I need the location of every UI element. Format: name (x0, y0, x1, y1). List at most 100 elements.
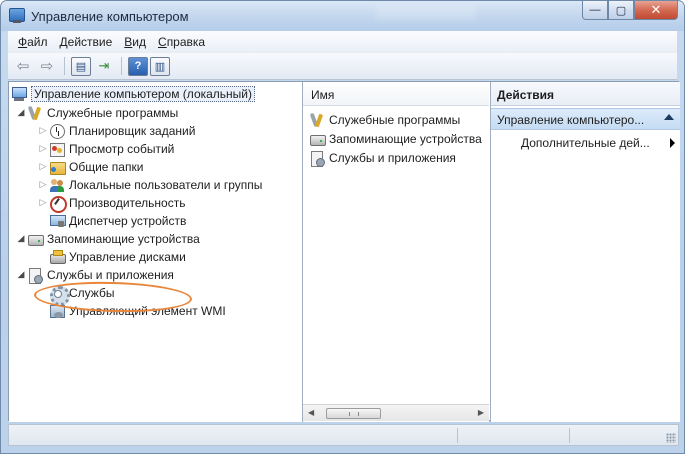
storage-icon (309, 131, 326, 147)
tree-label: Производительность (69, 195, 186, 210)
shared-folder-icon (49, 159, 66, 175)
tree-label: Локальные пользователи и группы (69, 177, 263, 192)
toolbar-separator (64, 57, 65, 75)
menu-bar: Файл Действие Вид Справка (8, 31, 677, 53)
list-item[interactable]: Службы и приложения (309, 149, 456, 167)
expand-arrow-icon[interactable]: ▷ (37, 179, 49, 190)
tree-item-services-apps[interactable]: ◢ Службы и приложения (15, 266, 174, 284)
console-tree: Управление компьютером (локальный) ◢ Слу… (9, 82, 303, 422)
back-arrow-icon[interactable]: ⇦ (12, 55, 34, 77)
list-item-label: Служебные программы (329, 112, 461, 127)
show-hide-console-tree-icon[interactable]: ▤ (71, 56, 91, 76)
resize-grip-icon[interactable] (666, 433, 676, 443)
menu-file-label: айл (27, 35, 48, 49)
show-hide-action-pane-icon[interactable]: ▥ (150, 56, 170, 76)
actions-pane: Действия Управление компьютеро... Дополн… (490, 82, 680, 422)
tree-label: Запоминающие устройства (47, 231, 200, 246)
status-divider (569, 428, 570, 443)
window-title: Управление компьютером (31, 9, 189, 24)
title-bar-blur (376, 6, 476, 20)
tree-item-system-tools[interactable]: ◢ Служебные программы (15, 104, 179, 121)
list-item[interactable]: Запоминающие устройства (309, 130, 482, 147)
storage-icon (27, 231, 44, 247)
toolbar: ⇦ ⇨ ▤ ⇥ ? ▥ (8, 53, 677, 80)
menu-action[interactable]: Действие (54, 33, 119, 51)
list-item-label: Службы и приложения (329, 150, 456, 165)
users-icon (49, 177, 65, 193)
tree-item-performance[interactable]: ▷ Производительность (37, 194, 186, 213)
tree-label: Управление компьютером (локальный) (31, 85, 256, 102)
tree-label: Просмотр событий (69, 141, 175, 156)
app-window: Управление компьютером — ▢ ✕ Файл Действ… (0, 0, 685, 454)
maximize-button[interactable]: ▢ (608, 1, 634, 20)
expand-arrow-icon[interactable]: ▷ (37, 143, 49, 154)
actions-section-computer-management[interactable]: Управление компьютеро... (491, 108, 680, 130)
menu-action-accel: Д (59, 35, 68, 49)
tree-item-disk-management[interactable]: Управление дисками (49, 248, 186, 265)
main-content: Управление компьютером (локальный) ◢ Слу… (8, 81, 680, 422)
services-applications-icon (309, 150, 325, 167)
title-bar[interactable]: Управление компьютером — ▢ ✕ (1, 1, 684, 31)
computer-icon (11, 86, 27, 102)
tools-icon (27, 105, 43, 121)
actions-title: Действия (491, 82, 680, 106)
tree-label: Общие папки (69, 159, 144, 174)
tree-label: Службы и приложения (47, 267, 174, 282)
clock-icon (49, 123, 65, 139)
expand-arrow-icon[interactable]: ▷ (37, 125, 49, 136)
tree-item-event-viewer[interactable]: ▷ Просмотр событий (37, 140, 174, 157)
forward-arrow-icon[interactable]: ⇨ (36, 55, 58, 77)
tree-item-storage[interactable]: ◢ Запоминающие устройства (15, 230, 200, 247)
menu-view[interactable]: Вид (118, 33, 152, 51)
tree-item-root[interactable]: Управление компьютером (локальный) (11, 85, 256, 102)
menu-file[interactable]: Файл (12, 33, 54, 51)
tree-item-device-manager[interactable]: Диспетчер устройств (49, 212, 186, 229)
menu-view-label: ид (132, 35, 147, 49)
menu-help-label: правка (166, 35, 206, 49)
status-divider (457, 428, 458, 443)
minimize-button[interactable]: — (582, 1, 608, 20)
tree-item-task-scheduler[interactable]: ▷ Планировщик заданий (37, 122, 195, 139)
toolbar-separator (121, 57, 122, 75)
expand-arrow-icon[interactable]: ▷ (37, 197, 49, 208)
more-actions-label: Дополнительные дей... (521, 136, 650, 150)
results-list: Имя Служебные программы Запоминающие уст… (303, 82, 489, 422)
menu-file-accel: Ф (18, 35, 28, 49)
submenu-arrow-icon (670, 138, 675, 148)
scroll-right-icon[interactable]: ▶ (478, 408, 484, 417)
menu-help[interactable]: Справка (152, 33, 211, 51)
tree-label: Диспетчер устройств (69, 213, 187, 228)
window-controls: — ▢ ✕ (582, 1, 678, 21)
horizontal-scrollbar[interactable]: ◀ ▶ (303, 404, 489, 421)
collapse-caret-icon[interactable] (664, 114, 674, 120)
services-applications-icon (27, 267, 43, 284)
column-header-name[interactable]: Имя (303, 82, 489, 106)
collapse-arrow-icon[interactable]: ◢ (15, 107, 27, 118)
list-item-label: Запоминающие устройства (329, 131, 482, 146)
scrollbar-thumb[interactable] (326, 408, 381, 419)
disk-management-icon (49, 249, 66, 265)
performance-icon (49, 195, 67, 213)
scroll-left-icon[interactable]: ◀ (308, 408, 314, 417)
list-item[interactable]: Служебные программы (309, 111, 460, 128)
collapse-arrow-icon[interactable]: ◢ (15, 269, 27, 280)
tree-label: Управление дисками (69, 249, 186, 264)
status-bar (8, 424, 679, 446)
tree-item-local-users[interactable]: ▷ Локальные пользователи и группы (37, 176, 262, 193)
computer-management-icon (9, 8, 25, 23)
export-list-icon[interactable]: ⇥ (93, 55, 115, 77)
tools-icon (309, 112, 325, 128)
device-manager-icon (49, 213, 66, 229)
collapse-arrow-icon[interactable]: ◢ (15, 233, 27, 244)
help-icon[interactable]: ? (128, 56, 148, 76)
menu-help-accel: С (158, 35, 167, 49)
tree-label: Планировщик заданий (69, 123, 196, 138)
actions-section-label: Управление компьютеро... (497, 113, 645, 127)
event-viewer-icon (49, 141, 65, 157)
more-actions-item[interactable]: Дополнительные дей... (521, 136, 675, 150)
menu-action-label: ействие (67, 35, 113, 49)
close-button[interactable]: ✕ (634, 1, 678, 20)
tree-label: Служебные программы (47, 105, 179, 120)
tree-item-shared-folders[interactable]: ▷ Общие папки (37, 158, 143, 175)
expand-arrow-icon[interactable]: ▷ (37, 161, 49, 172)
